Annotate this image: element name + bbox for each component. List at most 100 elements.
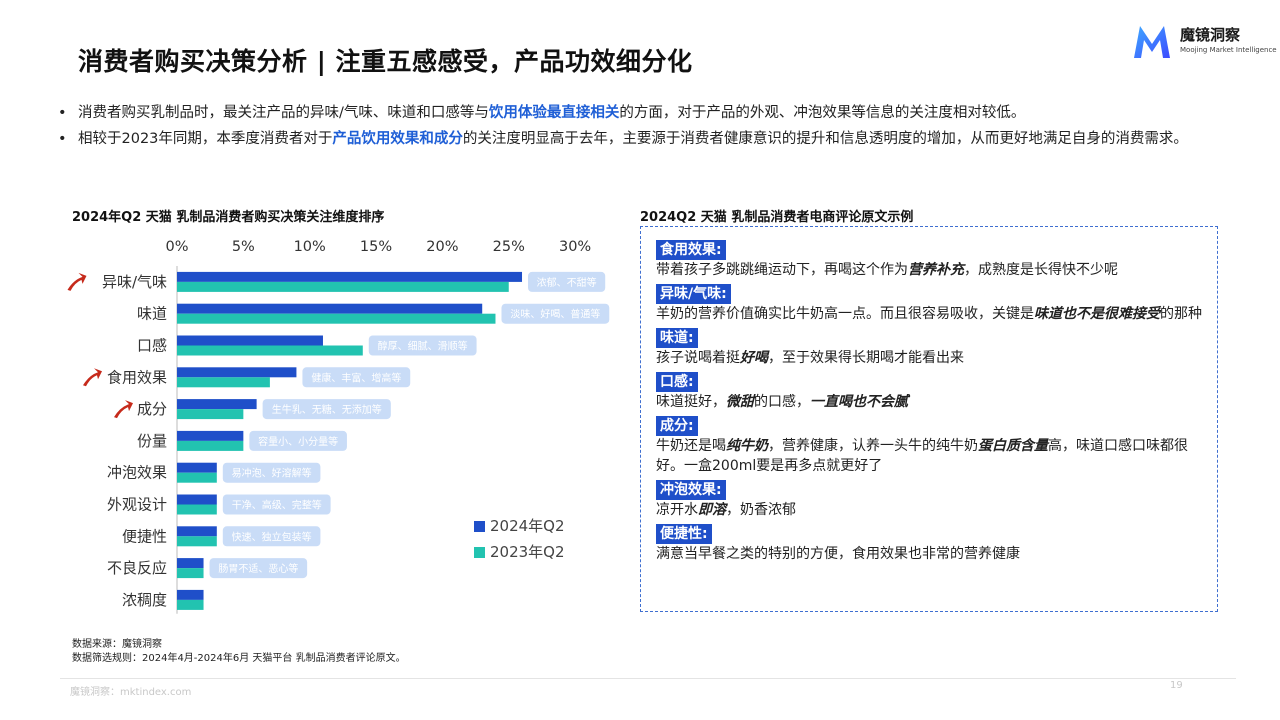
- bar-2023q2: [177, 599, 204, 610]
- review-item: 冲泡效果: 凉开水即溶，奶香浓郁: [656, 479, 1206, 520]
- trend-up-arrow-icon: [67, 272, 87, 291]
- review-keyword: 一直喝也不会腻: [810, 394, 908, 410]
- review-fragment: 牛奶还是喝: [656, 438, 726, 454]
- keyword-tag-label: 快速、独立包装等: [232, 530, 312, 543]
- review-fragment: 的口感，: [754, 394, 810, 410]
- keyword-tag-label: 肠胃不适、恶心等: [218, 562, 298, 575]
- review-text: 牛奶还是喝纯牛奶，营养健康，认养一头牛的纯牛奶蛋白质含量高，味道口感口味都很好。…: [656, 436, 1206, 476]
- filter-rule-line: 数据筛选规则：2024年4月-2024年6月 天猫平台 乳制品消费者评论原文。: [72, 653, 406, 664]
- bullet-highlight: 饮用体验最直接相关: [488, 105, 620, 121]
- bar-2024q2: [177, 271, 523, 282]
- category-label: 味道: [137, 305, 167, 323]
- brand-logo: 魔镜洞察 Moojing Market Intelligence: [1130, 20, 1277, 66]
- review-examples-box: 食用效果: 带着孩子多跳跳绳运动下，再喝这个作为营养补充，成熟度是长得快不少呢 异味…: [640, 226, 1218, 612]
- bullet-dot: •: [58, 105, 67, 121]
- bar-2023q2: [177, 472, 217, 483]
- summary-bullets: • 消费者购买乳制品时，最关注产品的异味/气味、味道和口感等与饮用体验最直接相关的…: [58, 100, 1228, 152]
- review-item: 口感: 味道挺好，微甜的口感，一直喝也不会腻: [656, 371, 1206, 412]
- review-item: 味道: 孩子说喝着挺好喝，至于效果得长期喝才能看出来: [656, 327, 1206, 368]
- category-label: 不良反应: [107, 559, 167, 577]
- logo-mark-icon: [1134, 26, 1170, 58]
- review-fragment: 孩子说喝着挺: [656, 350, 740, 366]
- bar-2024q2: [177, 399, 257, 410]
- review-text: 满意当早餐之类的特别的方便，食用效果也非常的营养健康: [656, 544, 1206, 564]
- bar-2024q2: [177, 430, 244, 441]
- review-fragment: ，成熟度是长得快不少呢: [964, 262, 1118, 278]
- review-fragment: ，奶香浓郁: [726, 502, 796, 518]
- keyword-tag-label: 容量小、小分量等: [258, 435, 338, 448]
- bar-2023q2: [177, 568, 204, 579]
- bar-2024q2: [177, 589, 204, 600]
- attention-bar-chart: 0% 5% 10% 15% 20% 25% 30% 异味/气味 浓郁、不甜等味道 淡味、好喝、普通…: [67, 239, 610, 614]
- legend-swatch: [474, 547, 485, 558]
- logo-name: 魔镜洞察: [1180, 26, 1241, 44]
- review-fragment: ，营养健康，认养一头牛的纯牛奶: [768, 438, 978, 454]
- review-text: 带着孩子多跳跳绳运动下，再喝这个作为营养补充，成熟度是长得快不少呢: [656, 260, 1206, 280]
- review-fragment: ，至于效果得长期喝才能看出来: [768, 350, 964, 366]
- bullet-1: • 消费者购买乳制品时，最关注产品的异味/气味、味道和口感等与饮用体验最直接相关的…: [58, 100, 1228, 126]
- footer-divider: [60, 678, 1236, 679]
- bar-2024q2: [177, 335, 323, 346]
- keyword-tag-label: 干净、高级、完整等: [232, 499, 322, 512]
- bar-2024q2: [177, 526, 217, 537]
- footer-site: 魔镜洞察：mktindex.com: [70, 687, 192, 698]
- bar-2023q2: [177, 536, 217, 547]
- review-text: 羊奶的营养价值确实比牛奶高一点。而且很容易吸收，关键是味道也不是很难接受的那种: [656, 304, 1206, 324]
- review-dimension-tag: 成分:: [656, 416, 698, 436]
- review-keyword: 即溶: [698, 502, 726, 518]
- bar-2023q2: [177, 409, 244, 420]
- x-tick-label: 25%: [493, 239, 525, 255]
- x-tick-label: 0%: [165, 239, 188, 255]
- review-dimension-tag: 口感:: [656, 372, 698, 392]
- keyword-tag-label: 生牛乳、无糖、无添加等: [272, 403, 382, 416]
- review-dimension-tag: 食用效果:: [656, 240, 726, 260]
- data-source: 数据来源：魔镜洞察 数据筛选规则：2024年4月-2024年6月 天猫平台 乳制…: [72, 638, 406, 666]
- bar-2024q2: [177, 367, 297, 378]
- category-label: 异味/气味: [102, 273, 167, 291]
- trend-up-arrow-icon: [114, 400, 133, 419]
- legend-label: 2024年Q2: [490, 517, 565, 535]
- review-dimension-tag: 便捷性:: [656, 524, 712, 544]
- category-label: 冲泡效果: [107, 464, 167, 482]
- category-label: 浓稠度: [122, 591, 167, 609]
- review-fragment: 满意当早餐之类的特别的方便，食用效果也非常的营养健康: [656, 546, 1020, 562]
- bullet-2: • 相较于2023年同期，本季度消费者对于产品饮用效果和成分的关注度明显高于去年，…: [58, 126, 1228, 152]
- legend-swatch: [474, 521, 485, 532]
- keyword-tag-label: 醇厚、细腻、滑顺等: [378, 340, 468, 353]
- trend-up-arrow-icon: [83, 368, 102, 387]
- review-dimension-tag: 冲泡效果:: [656, 480, 726, 500]
- review-keyword: 纯牛奶: [726, 438, 768, 454]
- category-label: 便捷性: [122, 527, 167, 545]
- bar-2023q2: [177, 313, 496, 324]
- x-tick-label: 30%: [559, 239, 591, 255]
- bullet-text: 相较于2023年同期，本季度消费者对于: [78, 131, 333, 147]
- review-keyword: 好喝: [740, 350, 768, 366]
- bar-2024q2: [177, 558, 204, 569]
- review-item: 食用效果: 带着孩子多跳跳绳运动下，再喝这个作为营养补充，成熟度是长得快不少呢: [656, 239, 1206, 280]
- bar-2024q2: [177, 303, 483, 314]
- review-fragment: 凉开水: [656, 502, 698, 518]
- review-text: 凉开水即溶，奶香浓郁: [656, 500, 1206, 520]
- page-number: 19: [1170, 680, 1183, 691]
- bullet-dot: •: [58, 131, 67, 147]
- bullet-text: 消费者购买乳制品时，最关注产品的异味/气味、味道和口感等与: [78, 105, 489, 121]
- bar-2023q2: [177, 377, 270, 388]
- keyword-tag-label: 易冲泡、好溶解等: [232, 467, 312, 480]
- bullet-highlight: 产品饮用效果和成分: [332, 131, 463, 147]
- category-label: 口感: [137, 337, 167, 355]
- logo-subtitle: Moojing Market Intelligence: [1180, 46, 1277, 54]
- review-item: 异味/气味: 羊奶的营养价值确实比牛奶高一点。而且很容易吸收，关键是味道也不是很难…: [656, 283, 1206, 324]
- bar-2023q2: [177, 440, 244, 451]
- review-text: 味道挺好，微甜的口感，一直喝也不会腻: [656, 392, 1206, 412]
- category-label: 成分: [137, 400, 167, 418]
- review-keyword: 味道也不是很难接受: [1034, 306, 1160, 322]
- category-label: 外观设计: [107, 496, 167, 514]
- bullet-text: 的方面，对于产品的外观、冲泡效果等信息的关注度相对较低。: [619, 105, 1026, 121]
- keyword-tag-label: 淡味、好喝、普通等: [510, 308, 600, 321]
- bar-2023q2: [177, 281, 509, 292]
- category-label: 食用效果: [107, 368, 167, 386]
- keyword-tag-label: 健康、丰富、增高等: [311, 371, 401, 384]
- bar-2024q2: [177, 494, 217, 505]
- review-fragment: 带着孩子多跳跳绳运动下，再喝这个作为: [656, 262, 908, 278]
- category-label: 份量: [137, 432, 167, 450]
